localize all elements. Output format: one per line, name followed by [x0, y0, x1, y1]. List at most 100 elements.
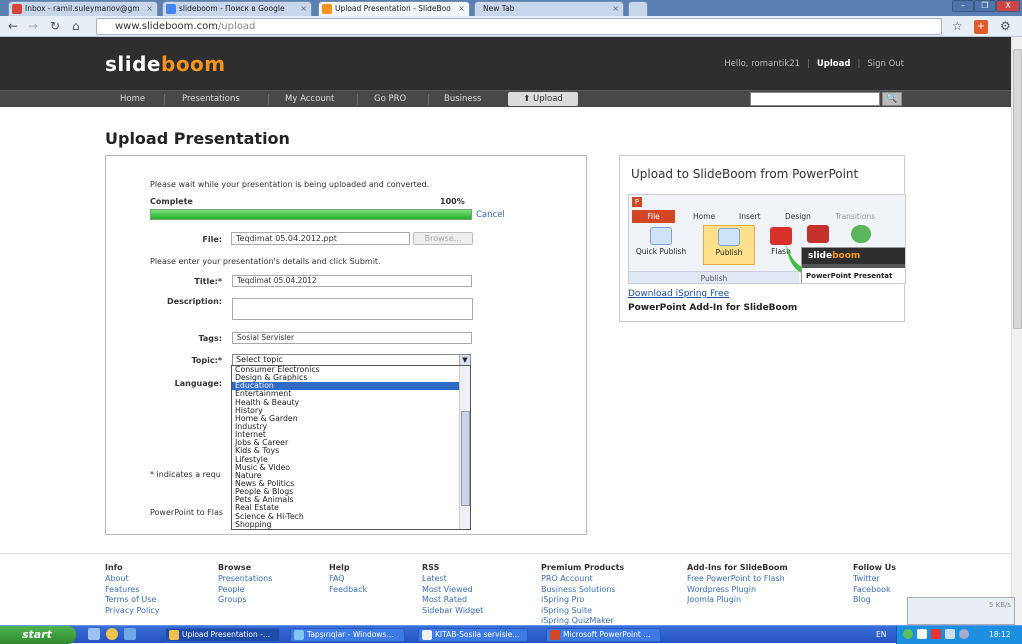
footer-link[interactable]: Presentations	[218, 574, 272, 585]
nav-go-pro[interactable]: Go PRO	[374, 91, 406, 107]
forward-icon[interactable]: →	[28, 19, 38, 33]
download-ispring-link[interactable]: Download iSpring Free	[628, 289, 729, 299]
footer-link[interactable]: PRO Account	[541, 574, 624, 585]
footer-column: Follow Us Twitter Facebook Blog	[853, 563, 896, 606]
language-indicator[interactable]: EN	[876, 626, 886, 643]
ie-icon[interactable]	[106, 628, 118, 640]
page-scrollbar[interactable]	[1011, 37, 1022, 625]
new-tab-button[interactable]	[628, 1, 648, 16]
powerpoint-icon: P	[632, 197, 642, 207]
upload-link[interactable]: Upload	[817, 59, 851, 69]
topic-dropdown-list[interactable]: Consumer Electronics Design & Graphics Edu…	[231, 365, 471, 530]
tab-label: New Tab	[483, 4, 515, 13]
clock: 18:12	[989, 630, 1011, 639]
site-logo[interactable]: slideboom	[105, 52, 226, 76]
footer-link[interactable]: Sidebar Widget	[422, 606, 483, 617]
taskbar-item-kitab[interactable]: KITAB-Sosila servisle...	[418, 628, 528, 642]
close-window-button[interactable]: X	[996, 0, 1020, 12]
back-icon[interactable]: ←	[8, 19, 18, 33]
extension-icon[interactable]: +	[974, 20, 988, 34]
nav-upload[interactable]: ⬆ Upload	[508, 92, 578, 106]
footer-link[interactable]: People	[218, 585, 272, 596]
title-label: Title:*	[194, 277, 222, 286]
system-tray: 18:12	[896, 626, 1022, 644]
home-icon[interactable]: ⌂	[72, 19, 80, 33]
footer-link[interactable]: Facebook	[853, 585, 896, 596]
nav-home[interactable]: Home	[120, 91, 145, 107]
footer-link[interactable]: FAQ	[329, 574, 367, 585]
footer-link[interactable]: Twitter	[853, 574, 896, 585]
site-search-input[interactable]	[750, 92, 880, 106]
tab-label: Inbox - ramil.suleymanov@gm	[25, 4, 140, 13]
browse-button[interactable]: Browse...	[413, 232, 473, 245]
taskbar-item-windows[interactable]: Tapşırıqlar - Windows...	[290, 628, 405, 642]
chevron-down-icon[interactable]: ▼	[459, 355, 470, 365]
scrollbar-thumb[interactable]	[1013, 49, 1022, 329]
title-input[interactable]: Teqdimat 05.04.2012	[232, 275, 472, 287]
nav-my-account[interactable]: My Account	[285, 91, 334, 107]
topic-option[interactable]: Music & Video	[232, 463, 470, 472]
search-icon: 🔍	[886, 94, 898, 104]
required-note: * indicates a requ	[150, 470, 221, 479]
footer-link[interactable]: Latest	[422, 574, 483, 585]
publish-icon	[718, 228, 740, 246]
footer-link[interactable]: Free PowerPoint to Flash	[687, 574, 788, 585]
footer-heading: Add-Ins for SlideBoom	[687, 563, 788, 572]
tab-upload[interactable]: Upload Presentation - SlideBoo ×	[318, 1, 470, 16]
download-subtitle: PowerPoint Add-In for SlideBoom	[628, 303, 798, 313]
dropdown-scrollbar-thumb[interactable]	[461, 411, 470, 506]
topic-option[interactable]: Shopping	[232, 520, 470, 529]
close-icon[interactable]: ×	[146, 2, 153, 15]
footer-link[interactable]: Most Viewed	[422, 585, 483, 596]
explorer-icon[interactable]	[124, 628, 136, 640]
topic-option[interactable]: Health & Beauty	[232, 398, 470, 407]
footer-link[interactable]: Privacy Policy	[105, 606, 160, 617]
footer-link[interactable]: Feedback	[329, 585, 367, 596]
topic-option[interactable]: Home & Garden	[232, 414, 470, 423]
tab-google[interactable]: slideboom - Поиск в Google ×	[162, 1, 312, 16]
taskbar-item-powerpoint[interactable]: Microsoft PowerPoint ...	[546, 628, 661, 642]
footer-link[interactable]: Wordpress Plugin	[687, 585, 788, 596]
tags-input[interactable]: Sosial Servisler	[232, 332, 472, 344]
footer-link[interactable]: Joomla Plugin	[687, 595, 788, 606]
footer-link[interactable]: iSpring Pro	[541, 595, 624, 606]
footer-link[interactable]: iSpring Suite	[541, 606, 624, 617]
footer-link[interactable]: Most Rated	[422, 595, 483, 606]
cancel-link[interactable]: Cancel	[476, 210, 505, 220]
signout-link[interactable]: Sign Out	[867, 59, 904, 69]
start-button[interactable]: start	[0, 626, 76, 644]
close-icon[interactable]: ×	[300, 2, 307, 15]
slideboom-icon	[322, 4, 332, 14]
upload-arrow-icon: ⬆	[523, 94, 534, 104]
tab-new[interactable]: New Tab ×	[474, 1, 624, 16]
topic-option[interactable]: Industry	[232, 422, 470, 431]
dropdown-scrollbar[interactable]	[459, 366, 470, 529]
slideboom-mini-preview: slideboom PowerPoint Presentat	[801, 247, 905, 283]
tab-gmail[interactable]: Inbox - ramil.suleymanov@gm ×	[8, 1, 158, 16]
nav-presentations[interactable]: Presentations	[182, 91, 240, 107]
file-field[interactable]: Teqdimat 05.04.2012.ppt	[231, 232, 410, 245]
ribbon-tab: Insert	[739, 212, 761, 221]
address-bar[interactable]: www.slideboom.com/upload	[96, 18, 942, 35]
footer-link[interactable]: Groups	[218, 595, 272, 606]
footer-link[interactable]: Business Solutions	[541, 585, 624, 596]
wrench-icon[interactable]: ⚙	[1000, 19, 1011, 33]
footer-link[interactable]: Blog	[853, 595, 896, 606]
folder-icon	[422, 630, 432, 640]
show-desktop-icon[interactable]	[88, 628, 100, 640]
footer-link[interactable]: Features	[105, 585, 160, 596]
page-title: Upload Presentation	[105, 129, 290, 148]
progress-fill	[151, 210, 471, 219]
footer-link[interactable]: Terms of Use	[105, 595, 160, 606]
bookmark-star-icon[interactable]: ☆	[952, 19, 963, 33]
description-textarea[interactable]	[232, 298, 473, 320]
nav-business[interactable]: Business	[444, 91, 481, 107]
taskbar-item-browser[interactable]: Upload Presentation -...	[165, 628, 280, 642]
reload-icon[interactable]: ↻	[50, 19, 60, 33]
maximize-button[interactable]: ❐	[974, 0, 996, 12]
close-icon[interactable]: ×	[458, 2, 465, 15]
footer-link[interactable]: About	[105, 574, 160, 585]
search-button[interactable]: 🔍	[882, 92, 902, 106]
minimize-button[interactable]: –	[952, 0, 974, 12]
close-icon[interactable]: ×	[612, 2, 619, 15]
